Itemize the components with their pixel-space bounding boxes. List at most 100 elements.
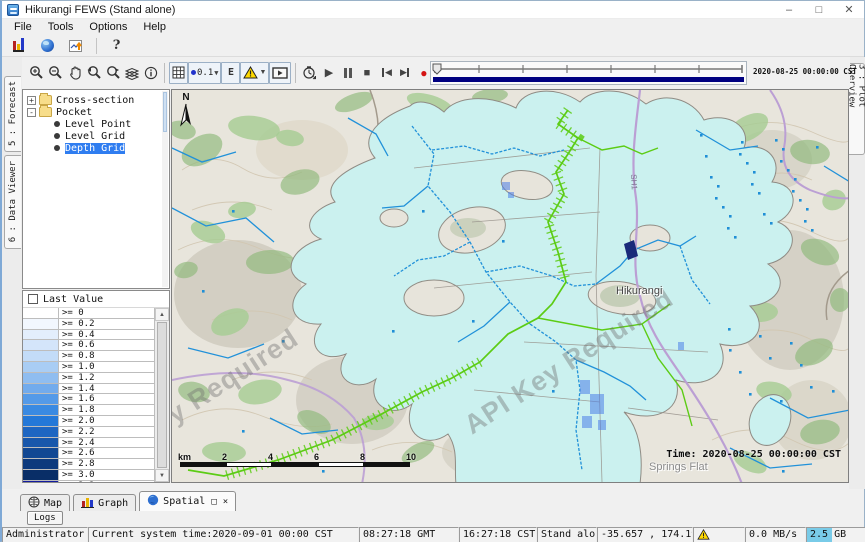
tree-item-label: Level Point (65, 119, 131, 130)
tab-map[interactable]: Map (20, 494, 70, 511)
legend-row-label: >= 1.8 (59, 405, 95, 415)
skip-to-start-button[interactable]: ◀ (376, 62, 395, 84)
globe-grid-icon (28, 496, 40, 511)
scale-tick-label: 6 (314, 452, 319, 462)
pan-hand-icon[interactable] (65, 62, 84, 84)
animation-timer-icon[interactable] (300, 62, 319, 84)
scroll-up-icon[interactable]: ▲ (155, 308, 169, 321)
menu-help[interactable]: Help (135, 20, 174, 34)
scale-segment (180, 462, 226, 467)
legend-row[interactable]: >= 1.8 (23, 405, 154, 416)
legend-row-label: >= 0 (59, 308, 84, 318)
tab-plot-overview[interactable]: 3 : Plot Overview (849, 63, 865, 155)
legend-row[interactable]: >= 0.8 (23, 351, 154, 362)
maximize-button[interactable]: □ (804, 1, 834, 18)
legend-row[interactable]: >= 2.6 (23, 448, 154, 459)
timeline-slider[interactable] (430, 61, 747, 85)
legend-swatch (23, 405, 59, 415)
label-tool-button[interactable]: E (221, 62, 240, 84)
legend-row[interactable]: >= 0.2 (23, 319, 154, 330)
tab-label: Spatial (163, 496, 205, 507)
legend-row[interactable]: >= 2.0 (23, 416, 154, 427)
play-button[interactable]: ▶ (319, 62, 338, 84)
legend-swatch (23, 438, 59, 448)
status-08-27-18-gmt: 08:27:18 GMT (359, 527, 459, 542)
menu-file[interactable]: File (6, 20, 40, 34)
menu-tools[interactable]: Tools (40, 20, 82, 34)
status-16-27-18-cst: 16:27:18 CST (459, 527, 537, 542)
scroll-down-icon[interactable]: ▼ (155, 469, 169, 482)
legend-swatch (23, 448, 59, 458)
tree-item-level-point[interactable]: Level Point (23, 118, 169, 130)
info-icon[interactable] (141, 62, 160, 84)
right-tab-strip: 3 : Plot Overview (849, 57, 865, 489)
tab-close-icon[interactable]: × (223, 497, 228, 507)
stop-button[interactable]: ■ (357, 62, 376, 84)
legend-row[interactable]: >= 1.4 (23, 384, 154, 395)
tab-spatial[interactable]: Spatial □ × (139, 491, 236, 511)
tab-maximize-icon[interactable]: □ (211, 497, 216, 507)
last-value-checkbox[interactable] (28, 294, 38, 304)
legend-row[interactable]: >= 0 (23, 308, 154, 319)
grid-toggle-button[interactable] (169, 62, 188, 84)
legend-row-label: >= 0.6 (59, 340, 95, 350)
legend-row[interactable]: >= 0.6 (23, 340, 154, 351)
area-label: Springs Flat (649, 461, 708, 473)
north-arrow-icon (179, 103, 193, 127)
legend-row[interactable]: >= 1.0 (23, 362, 154, 373)
zoom-previous-icon[interactable] (84, 62, 103, 84)
legend-row[interactable]: >= 1.2 (23, 373, 154, 384)
legend-row[interactable]: >= 0.4 (23, 330, 154, 341)
legend-row-label: >= 1.0 (59, 362, 95, 372)
legend-row-label: >= 0.2 (59, 319, 95, 329)
tab-data-viewer[interactable]: 6 : Data Viewer (4, 155, 21, 249)
scale-tick-label: 8 (360, 452, 365, 462)
status-current-system-time-2020-09-01-00-00-cst: Current system time:2020-09-01 00:00 CST (88, 527, 359, 542)
tree-item-depth-grid[interactable]: Depth Grid (23, 142, 169, 154)
layers-icon[interactable] (122, 62, 141, 84)
status-2-5-gb: 2.5 GB (806, 527, 865, 542)
app-window: Hikurangi FEWS (Stand alone) – □ ✕ FileT… (0, 0, 865, 542)
zoom-out-icon[interactable] (46, 62, 65, 84)
legend-row[interactable]: >= 2.8 (23, 459, 154, 470)
legend-swatch (23, 459, 59, 469)
legend-row[interactable]: >= 3.2 (23, 481, 154, 482)
play-window-button[interactable] (269, 62, 291, 84)
legend-scrollbar[interactable]: ▲ ▼ (154, 308, 169, 482)
expander-icon[interactable]: + (27, 96, 36, 105)
threshold-dropdown[interactable]: 0.1 ▼ (188, 62, 221, 84)
zoom-next-icon[interactable] (103, 62, 122, 84)
tree-item-level-grid[interactable]: Level Grid (23, 130, 169, 142)
legend-row[interactable]: >= 3.0 (23, 470, 154, 481)
legend-row-label: >= 2.8 (59, 459, 95, 469)
map-viewport[interactable]: API Key Required API Key Required N Hiku… (171, 89, 849, 483)
globe-button[interactable] (38, 35, 57, 57)
expander-icon[interactable]: - (27, 108, 36, 117)
logs-button[interactable]: Logs (27, 511, 63, 525)
legend-row[interactable]: >= 1.6 (23, 394, 154, 405)
globe-icon (147, 494, 159, 509)
timeseries-import-icon[interactable] (67, 35, 86, 57)
minimize-button[interactable]: – (774, 1, 804, 18)
zoom-in-icon[interactable] (27, 62, 46, 84)
tab-graph[interactable]: Graph (73, 494, 136, 511)
help-button[interactable]: ? (107, 35, 126, 57)
close-button[interactable]: ✕ (834, 1, 864, 18)
menu-options[interactable]: Options (81, 20, 135, 34)
legend-row[interactable]: >= 2.4 (23, 438, 154, 449)
scroll-thumb[interactable] (157, 322, 167, 468)
chevron-down-icon: ▼ (214, 69, 218, 77)
tree-scrollbar[interactable] (162, 91, 168, 287)
window-title: Hikurangi FEWS (Stand alone) (25, 4, 175, 16)
skip-to-end-button[interactable]: ▶ (395, 62, 414, 84)
tree-panel[interactable]: +Cross-section-PocketLevel PointLevel Gr… (22, 89, 170, 289)
scale-tick-label: 4 (268, 452, 273, 462)
legend-swatch (23, 394, 59, 404)
tree-item-pocket[interactable]: -Pocket (23, 106, 169, 118)
legend-swatch (23, 308, 59, 318)
tab-forecast[interactable]: 5 : Forecast (4, 76, 21, 152)
explorer-barchart-icon[interactable] (9, 35, 28, 57)
warning-dropdown[interactable]: ▼ (240, 62, 269, 84)
pause-button[interactable] (338, 62, 357, 84)
legend-row[interactable]: >= 2.2 (23, 427, 154, 438)
